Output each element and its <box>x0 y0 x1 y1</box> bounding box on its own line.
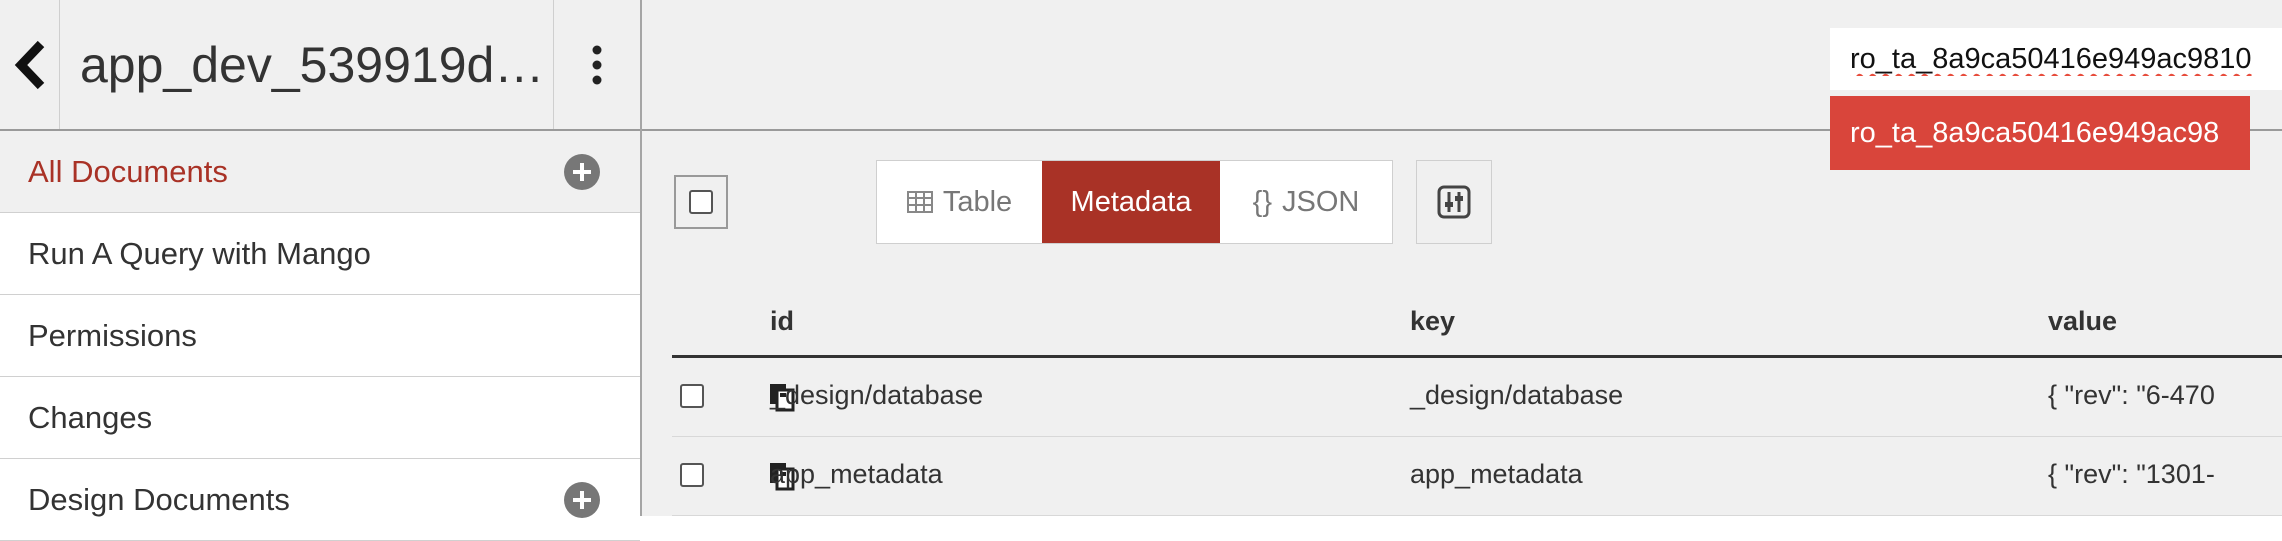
cell-key: app_metadata <box>1410 459 1583 489</box>
add-design-document-icon[interactable] <box>564 481 600 518</box>
checkbox-box <box>689 190 713 214</box>
row-checkbox[interactable] <box>680 463 704 487</box>
sidebar-nav: All Documents Run A Query with Mango Per… <box>0 131 640 541</box>
sidebar-item-permissions[interactable]: Permissions <box>0 295 640 377</box>
back-button[interactable] <box>0 0 60 129</box>
row-checkbox[interactable] <box>680 384 704 408</box>
braces-icon: {} <box>1252 185 1273 218</box>
table-view-button[interactable]: Table <box>877 161 1042 243</box>
cell-key: _design/database <box>1410 380 1624 410</box>
sidebar-item-label: Changes <box>28 399 153 435</box>
sidebar-item-label: Run A Query with Mango <box>28 235 371 271</box>
sidebar-item-mango-query[interactable]: Run A Query with Mango <box>0 213 640 295</box>
main-panel: ro_ta_8a9ca50416e949ac98 Table <box>640 0 2282 516</box>
table-row[interactable]: _design/database _design/database { "rev… <box>672 358 2282 437</box>
sidebar: app_dev_539919d… All Documents Run A Que… <box>0 0 640 541</box>
kebab-vertical-icon <box>592 45 602 84</box>
select-all-checkbox[interactable] <box>674 175 728 229</box>
table-icon <box>906 191 933 213</box>
json-view-label: JSON <box>1282 185 1360 218</box>
column-header-value[interactable]: value <box>2048 306 2117 337</box>
sidebar-item-label: Design Documents <box>28 481 290 517</box>
add-document-icon[interactable] <box>564 153 600 190</box>
sidebar-item-label: All Documents <box>28 153 228 189</box>
documents-toolbar: Table Metadata {} JSON <box>642 160 2282 250</box>
metadata-view-label: Metadata <box>1070 185 1192 218</box>
sliders-icon <box>1437 185 1471 219</box>
table-view-label: Table <box>942 185 1013 218</box>
document-search-input[interactable] <box>1830 28 2282 90</box>
table-body: _design/database _design/database { "rev… <box>672 358 2282 516</box>
documents-table: id key value _design/database _design/da… <box>672 290 2282 516</box>
database-menu-button[interactable] <box>553 0 640 129</box>
sidebar-header: app_dev_539919d… <box>0 0 640 131</box>
cell-value: { "rev": "1301- <box>2048 459 2215 489</box>
cell-id: _design/database <box>770 380 984 410</box>
sidebar-item-label: Permissions <box>28 317 197 353</box>
sidebar-item-all-documents[interactable]: All Documents <box>0 131 640 213</box>
metadata-view-button[interactable]: Metadata <box>1042 161 1220 243</box>
column-header-id[interactable]: id <box>770 306 794 337</box>
cell-value: { "rev": "6-470 <box>2048 380 2215 410</box>
chevron-left-icon <box>14 40 44 89</box>
search-suggestion[interactable]: ro_ta_8a9ca50416e949ac98 <box>1830 96 2250 170</box>
view-toggle: Table Metadata {} JSON <box>876 160 1393 244</box>
table-row[interactable]: app_metadata app_metadata { "rev": "1301… <box>672 437 2282 516</box>
sidebar-item-design-documents[interactable]: Design Documents <box>0 459 640 541</box>
sidebar-item-changes[interactable]: Changes <box>0 377 640 459</box>
table-preferences-button[interactable] <box>1416 160 1492 244</box>
main-header: ro_ta_8a9ca50416e949ac98 <box>642 0 2282 170</box>
column-header-key[interactable]: key <box>1410 306 1455 337</box>
database-title: app_dev_539919d… <box>80 36 545 93</box>
json-view-button[interactable]: {} JSON <box>1220 161 1392 243</box>
cell-id: app_metadata <box>770 459 943 489</box>
table-header-row: id key value <box>672 290 2282 358</box>
